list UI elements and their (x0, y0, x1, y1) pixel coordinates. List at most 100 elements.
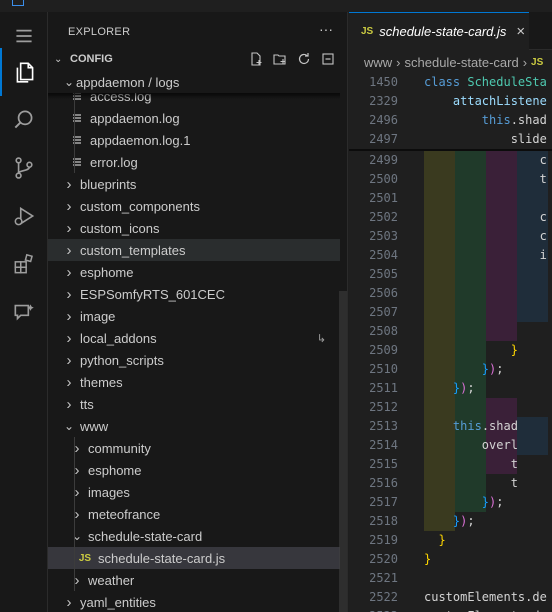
tree-item-label: local_addons (80, 330, 157, 346)
code-line: 2509 } (349, 341, 552, 360)
line-number: 2520 (369, 552, 398, 566)
code-line: 2519 } (349, 531, 552, 550)
explorer-title: EXPLORER (68, 26, 131, 38)
line-number: 2512 (369, 400, 398, 414)
code-line: 2504 i (349, 246, 552, 265)
folder-blueprints[interactable]: › blueprints (48, 173, 340, 195)
new-folder-icon[interactable] (271, 50, 289, 68)
folder-esphome[interactable]: › esphome (48, 261, 340, 283)
js-file-icon: JS (78, 552, 92, 564)
refresh-icon[interactable] (295, 50, 313, 68)
file-error-log[interactable]: error.log (48, 151, 340, 173)
search-icon[interactable] (0, 96, 48, 144)
chevron-right-icon: › (396, 54, 401, 70)
folder-yaml-entities[interactable]: › yaml_entities (48, 591, 340, 612)
more-actions-icon[interactable]: ··· (319, 21, 333, 37)
code-text: }); (452, 514, 475, 528)
chevron-down-icon: ⌄ (63, 75, 75, 89)
folder-espsomfyrts-601cec[interactable]: › ESPSomfyRTS_601CEC (48, 283, 340, 305)
tree-item-label: yaml_entities (80, 594, 156, 610)
folder-schedule-state-card[interactable]: ⌄ schedule-state-card (48, 525, 340, 547)
line-number: 2517 (369, 495, 398, 509)
tree-item-label: schedule-state-card (88, 528, 203, 544)
line-number: 2516 (369, 476, 398, 490)
folder-community[interactable]: › community (48, 437, 340, 459)
chevron-right-icon: › (522, 54, 528, 70)
chevron-down-icon: ⌄ (71, 529, 83, 543)
file-appdaemon-log[interactable]: appdaemon.log (48, 107, 340, 129)
new-file-icon[interactable] (247, 50, 265, 68)
folder-themes[interactable]: › themes (48, 371, 340, 393)
code-text: overl (424, 438, 518, 452)
folder-custom-icons[interactable]: › custom_icons (48, 217, 340, 239)
code-text: this.shad (452, 419, 518, 433)
folder-image[interactable]: › image (48, 305, 340, 327)
collapse-all-icon[interactable] (319, 50, 337, 68)
chevron-right-icon: › (74, 439, 80, 457)
folder-esphome[interactable]: › esphome (48, 459, 340, 481)
folder-python-scripts[interactable]: › python_scripts (48, 349, 340, 371)
js-file-icon[interactable]: JS (531, 57, 543, 68)
code-line: 2500 t (349, 170, 552, 189)
folder-custom-components[interactable]: › custom_components (48, 195, 340, 217)
tree-item-label: images (88, 484, 130, 500)
line-number: 2500 (369, 172, 398, 186)
breadcrumb-item[interactable]: www (364, 55, 392, 70)
folder-custom-templates[interactable]: › custom_templates (48, 239, 340, 261)
line-number: 2521 (369, 571, 398, 585)
code-text: c (424, 153, 547, 167)
code-text: } (424, 552, 432, 566)
sticky-code-line: 2329 attachListene (349, 92, 552, 111)
code-line: 2510 }); (349, 360, 552, 379)
breadcrumb-item[interactable]: schedule-state-card (405, 55, 519, 70)
code-text: } (438, 533, 446, 547)
code-text: customElements.de (424, 590, 547, 604)
sidebar-scrollbar[interactable] (339, 291, 347, 612)
code-line: 2508 (349, 322, 552, 341)
tree-item-label: tts (80, 396, 94, 412)
symlink-icon: ↳ (316, 332, 326, 345)
tree-item-label: meteofrance (88, 506, 161, 522)
code-text: t (424, 476, 518, 490)
chevron-right-icon: › (74, 505, 80, 523)
code-line: 2514 overl (349, 436, 552, 455)
folder-images[interactable]: › images (48, 481, 340, 503)
line-number: 2507 (369, 305, 398, 319)
code-text: }); (481, 362, 504, 376)
run-and-debug-icon[interactable] (0, 192, 48, 240)
tab-schedule-state-card-js[interactable]: JS schedule-state-card.js × (349, 12, 529, 50)
code-text: c (424, 210, 547, 224)
folder-local-addons[interactable]: › local_addons ↳ (48, 327, 340, 349)
code-text: attachListene (452, 94, 547, 108)
breadcrumb: www › schedule-state-card › JS (364, 51, 549, 73)
tree-item-label: custom_icons (80, 220, 160, 236)
line-number: 2511 (369, 381, 398, 395)
explorer-icon[interactable] (0, 48, 48, 96)
folder-meteofrance[interactable]: › meteofrance (48, 503, 340, 525)
code-line: 2505 (349, 265, 552, 284)
remote-explorer-icon[interactable] (0, 288, 48, 336)
folder-www[interactable]: ⌄ www (48, 415, 340, 437)
sticky-folder-appdaemon-logs[interactable]: ⌄ appdaemon / logs (48, 71, 340, 93)
code-line: 2520} (349, 550, 552, 569)
tree-item-label: appdaemon.log (90, 110, 180, 126)
file-appdaemon-log-1[interactable]: appdaemon.log.1 (48, 129, 340, 151)
source-control-icon[interactable] (0, 144, 48, 192)
line-number: 1450 (369, 75, 398, 89)
extensions-icon[interactable] (0, 240, 48, 288)
code-editor[interactable]: 1450 class ScheduleSta 2329 attachListene 2… (349, 73, 552, 612)
code-text: } (510, 343, 518, 357)
tree-item-label: custom_components (80, 198, 200, 214)
chevron-right-icon: › (66, 263, 72, 281)
chevron-right-icon: › (74, 571, 80, 589)
sticky-code-line: 2497 slide (349, 130, 552, 149)
section-title: CONFIG (70, 53, 113, 65)
chevron-right-icon: › (66, 395, 72, 413)
close-icon[interactable]: × (516, 23, 525, 40)
app-logo-icon (12, 0, 24, 6)
folder-tts[interactable]: › tts (48, 393, 340, 415)
file-schedule-state-card-js[interactable]: JS schedule-state-card.js (48, 547, 340, 569)
line-number: 2501 (369, 191, 398, 205)
code-line: 2517 }); (349, 493, 552, 512)
folder-weather[interactable]: › weather (48, 569, 340, 591)
